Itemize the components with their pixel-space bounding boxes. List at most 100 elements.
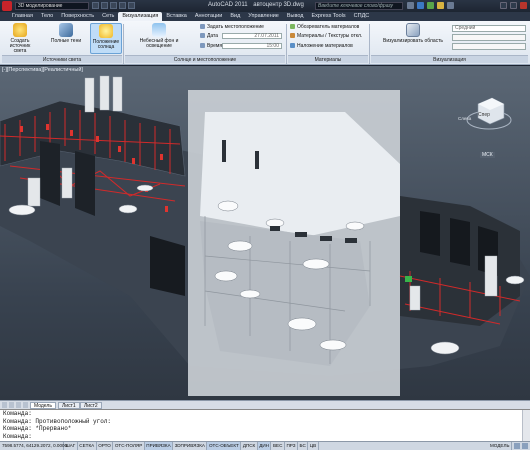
tab-1[interactable]: Тело	[37, 12, 57, 21]
redo-icon[interactable]	[128, 2, 135, 9]
help-icon[interactable]	[447, 2, 454, 9]
entrance-block	[150, 236, 185, 296]
toggle-ducs[interactable]: ДПСК	[241, 442, 258, 450]
toggle-snap[interactable]: ШАГ	[64, 442, 78, 450]
status-bar: 7598.5774, 64129.2072, 0.0000 ШАГ СЕТКА …	[0, 441, 530, 450]
model-space-button[interactable]: МОДЕЛЬ	[488, 442, 512, 450]
create-light-label: Создать источник света	[9, 38, 31, 54]
coordinates-readout[interactable]: 7598.5774, 64129.2072, 0.0000	[0, 442, 67, 450]
location-icon	[200, 24, 205, 30]
viewport-label[interactable]: [-][Перспектива][Реалистичный]	[2, 67, 83, 73]
panel-title-sun[interactable]: Солнце и местоположение	[125, 55, 285, 63]
wcs-menu[interactable]: МСК	[480, 152, 495, 158]
command-prompt[interactable]: Команда:	[3, 433, 530, 441]
sun-position-button[interactable]: Положение солнца	[90, 23, 122, 54]
toggle-qp[interactable]: БС	[298, 442, 309, 450]
tab-7[interactable]: Вид	[226, 12, 244, 21]
next-layout-icon[interactable]	[16, 402, 21, 408]
sky-background-button[interactable]: Небесный фон и освещение	[128, 23, 190, 54]
toggle-otrack[interactable]: ОТС-ОБЪЕКТ	[207, 442, 242, 450]
panel-title-materials[interactable]: Материалы	[288, 55, 368, 63]
status-tray-icon[interactable]	[514, 443, 520, 449]
date-label: Дата	[207, 33, 219, 39]
tab-3[interactable]: Сеть	[98, 12, 118, 21]
minimize-icon[interactable]	[500, 2, 507, 9]
toggle-lweight[interactable]: ВЕС	[271, 442, 285, 450]
render-area-button[interactable]: Визуализировать область	[378, 23, 448, 54]
tab-0[interactable]: Главная	[8, 12, 37, 21]
tab-10[interactable]: Express Tools	[308, 12, 350, 21]
status-settings-icon[interactable]	[522, 443, 528, 449]
apply-materials-label: Наложение материалов	[297, 43, 353, 49]
tab-8[interactable]: Управление	[244, 12, 283, 21]
search-icon[interactable]	[407, 2, 414, 9]
toggle-sc[interactable]: ЦВ	[308, 442, 319, 450]
textures-icon	[290, 33, 295, 39]
tab-layout-1[interactable]: Лист1	[58, 402, 80, 409]
window-title: AutoCAD 2011 автоцентр 3D.dwg	[208, 2, 304, 8]
favorites-icon[interactable]	[437, 2, 444, 9]
toggle-osnap[interactable]: ПРИВЯЗКА	[144, 442, 174, 450]
apply-materials-button[interactable]: Наложение материалов	[290, 43, 353, 49]
tab-4[interactable]: Визуализация	[118, 12, 163, 21]
sun-icon	[99, 24, 113, 38]
date-row: Дата	[200, 33, 218, 39]
toggle-3dosnap[interactable]: 3DПРИВЯЗКА	[173, 442, 208, 450]
tab-9[interactable]: Вывод	[283, 12, 308, 21]
application-menu-button[interactable]	[2, 1, 12, 11]
layout-tabs-bar: Модель Лист1 Лист2	[0, 400, 530, 409]
render-quality-select[interactable]: Средний	[452, 25, 526, 32]
date-slider[interactable]: 27.07.2011	[222, 33, 282, 39]
tab-2[interactable]: Поверхность	[57, 12, 98, 21]
model-viewport[interactable]: [-][Перспектива][Реалистичный] Спер Слев…	[0, 66, 530, 400]
save-icon[interactable]	[110, 2, 117, 9]
tab-model[interactable]: Модель	[30, 402, 56, 409]
create-light-button[interactable]: Создать источник света	[4, 23, 36, 54]
materials-textures-button[interactable]: Материалы / Текстуры откл.	[290, 33, 362, 39]
viewcube-left-label[interactable]: Слева	[458, 116, 471, 121]
render-icon	[406, 23, 420, 37]
panel-title-lights[interactable]: Источники света	[2, 55, 122, 63]
panel-title-render[interactable]: Визуализация	[371, 55, 528, 63]
toggle-dyn[interactable]: ДИН	[257, 442, 272, 450]
set-location-label: Задать местоположение	[207, 24, 264, 30]
set-location-button[interactable]: Задать местоположение	[200, 24, 264, 30]
tab-layout-2[interactable]: Лист2	[80, 402, 102, 409]
apply-materials-icon	[290, 43, 295, 49]
render-output-field[interactable]	[452, 43, 526, 50]
toggle-ortho[interactable]: ОРТО	[97, 442, 114, 450]
wall-panel	[75, 151, 95, 216]
command-line[interactable]: Команда: Команда: Противоположный угол: …	[0, 409, 530, 441]
model-scene	[0, 75, 530, 396]
search-input[interactable]: Введите ключевое слово/фразу	[315, 2, 403, 10]
materials-browser-button[interactable]: Обозреватель материалов	[290, 24, 359, 30]
ribbon-tabs: Главная Тело Поверхность Сеть Визуализация Вс…	[0, 12, 530, 21]
last-layout-icon[interactable]	[23, 402, 28, 408]
viewcube-face[interactable]: Спер	[478, 112, 490, 118]
tab-5[interactable]: Вставка	[162, 12, 190, 21]
communication-icon[interactable]	[427, 2, 434, 9]
tab-6[interactable]: Аннотации	[191, 12, 227, 21]
tab-11[interactable]: СПДС	[350, 12, 374, 21]
panel-separator	[369, 24, 370, 64]
sky-background-label: Небесный фон и освещение	[139, 38, 179, 49]
subscription-icon[interactable]	[417, 2, 424, 9]
time-slider[interactable]: 15:00	[222, 43, 282, 49]
command-history-line: Команда: *Прервано*	[3, 425, 72, 433]
open-icon[interactable]	[101, 2, 108, 9]
new-icon[interactable]	[92, 2, 99, 9]
toggle-grid[interactable]: СЕТКА	[78, 442, 97, 450]
toggle-polar[interactable]: ОТС-ПОЛЯР	[113, 442, 145, 450]
render-preset-slider[interactable]	[452, 34, 526, 41]
maximize-icon[interactable]	[510, 2, 517, 9]
full-shadows-button[interactable]: Полные тени	[50, 23, 82, 54]
undo-icon[interactable]	[119, 2, 126, 9]
toggle-tpy[interactable]: ПРЗ	[285, 442, 298, 450]
close-icon[interactable]	[520, 2, 527, 9]
prev-layout-icon[interactable]	[9, 402, 14, 408]
panel-separator	[286, 24, 287, 64]
first-layout-icon[interactable]	[2, 402, 7, 408]
time-label: Время	[207, 43, 223, 49]
command-scrollbar[interactable]	[522, 410, 530, 441]
workspace-selector[interactable]: 3D моделирование	[15, 2, 89, 10]
